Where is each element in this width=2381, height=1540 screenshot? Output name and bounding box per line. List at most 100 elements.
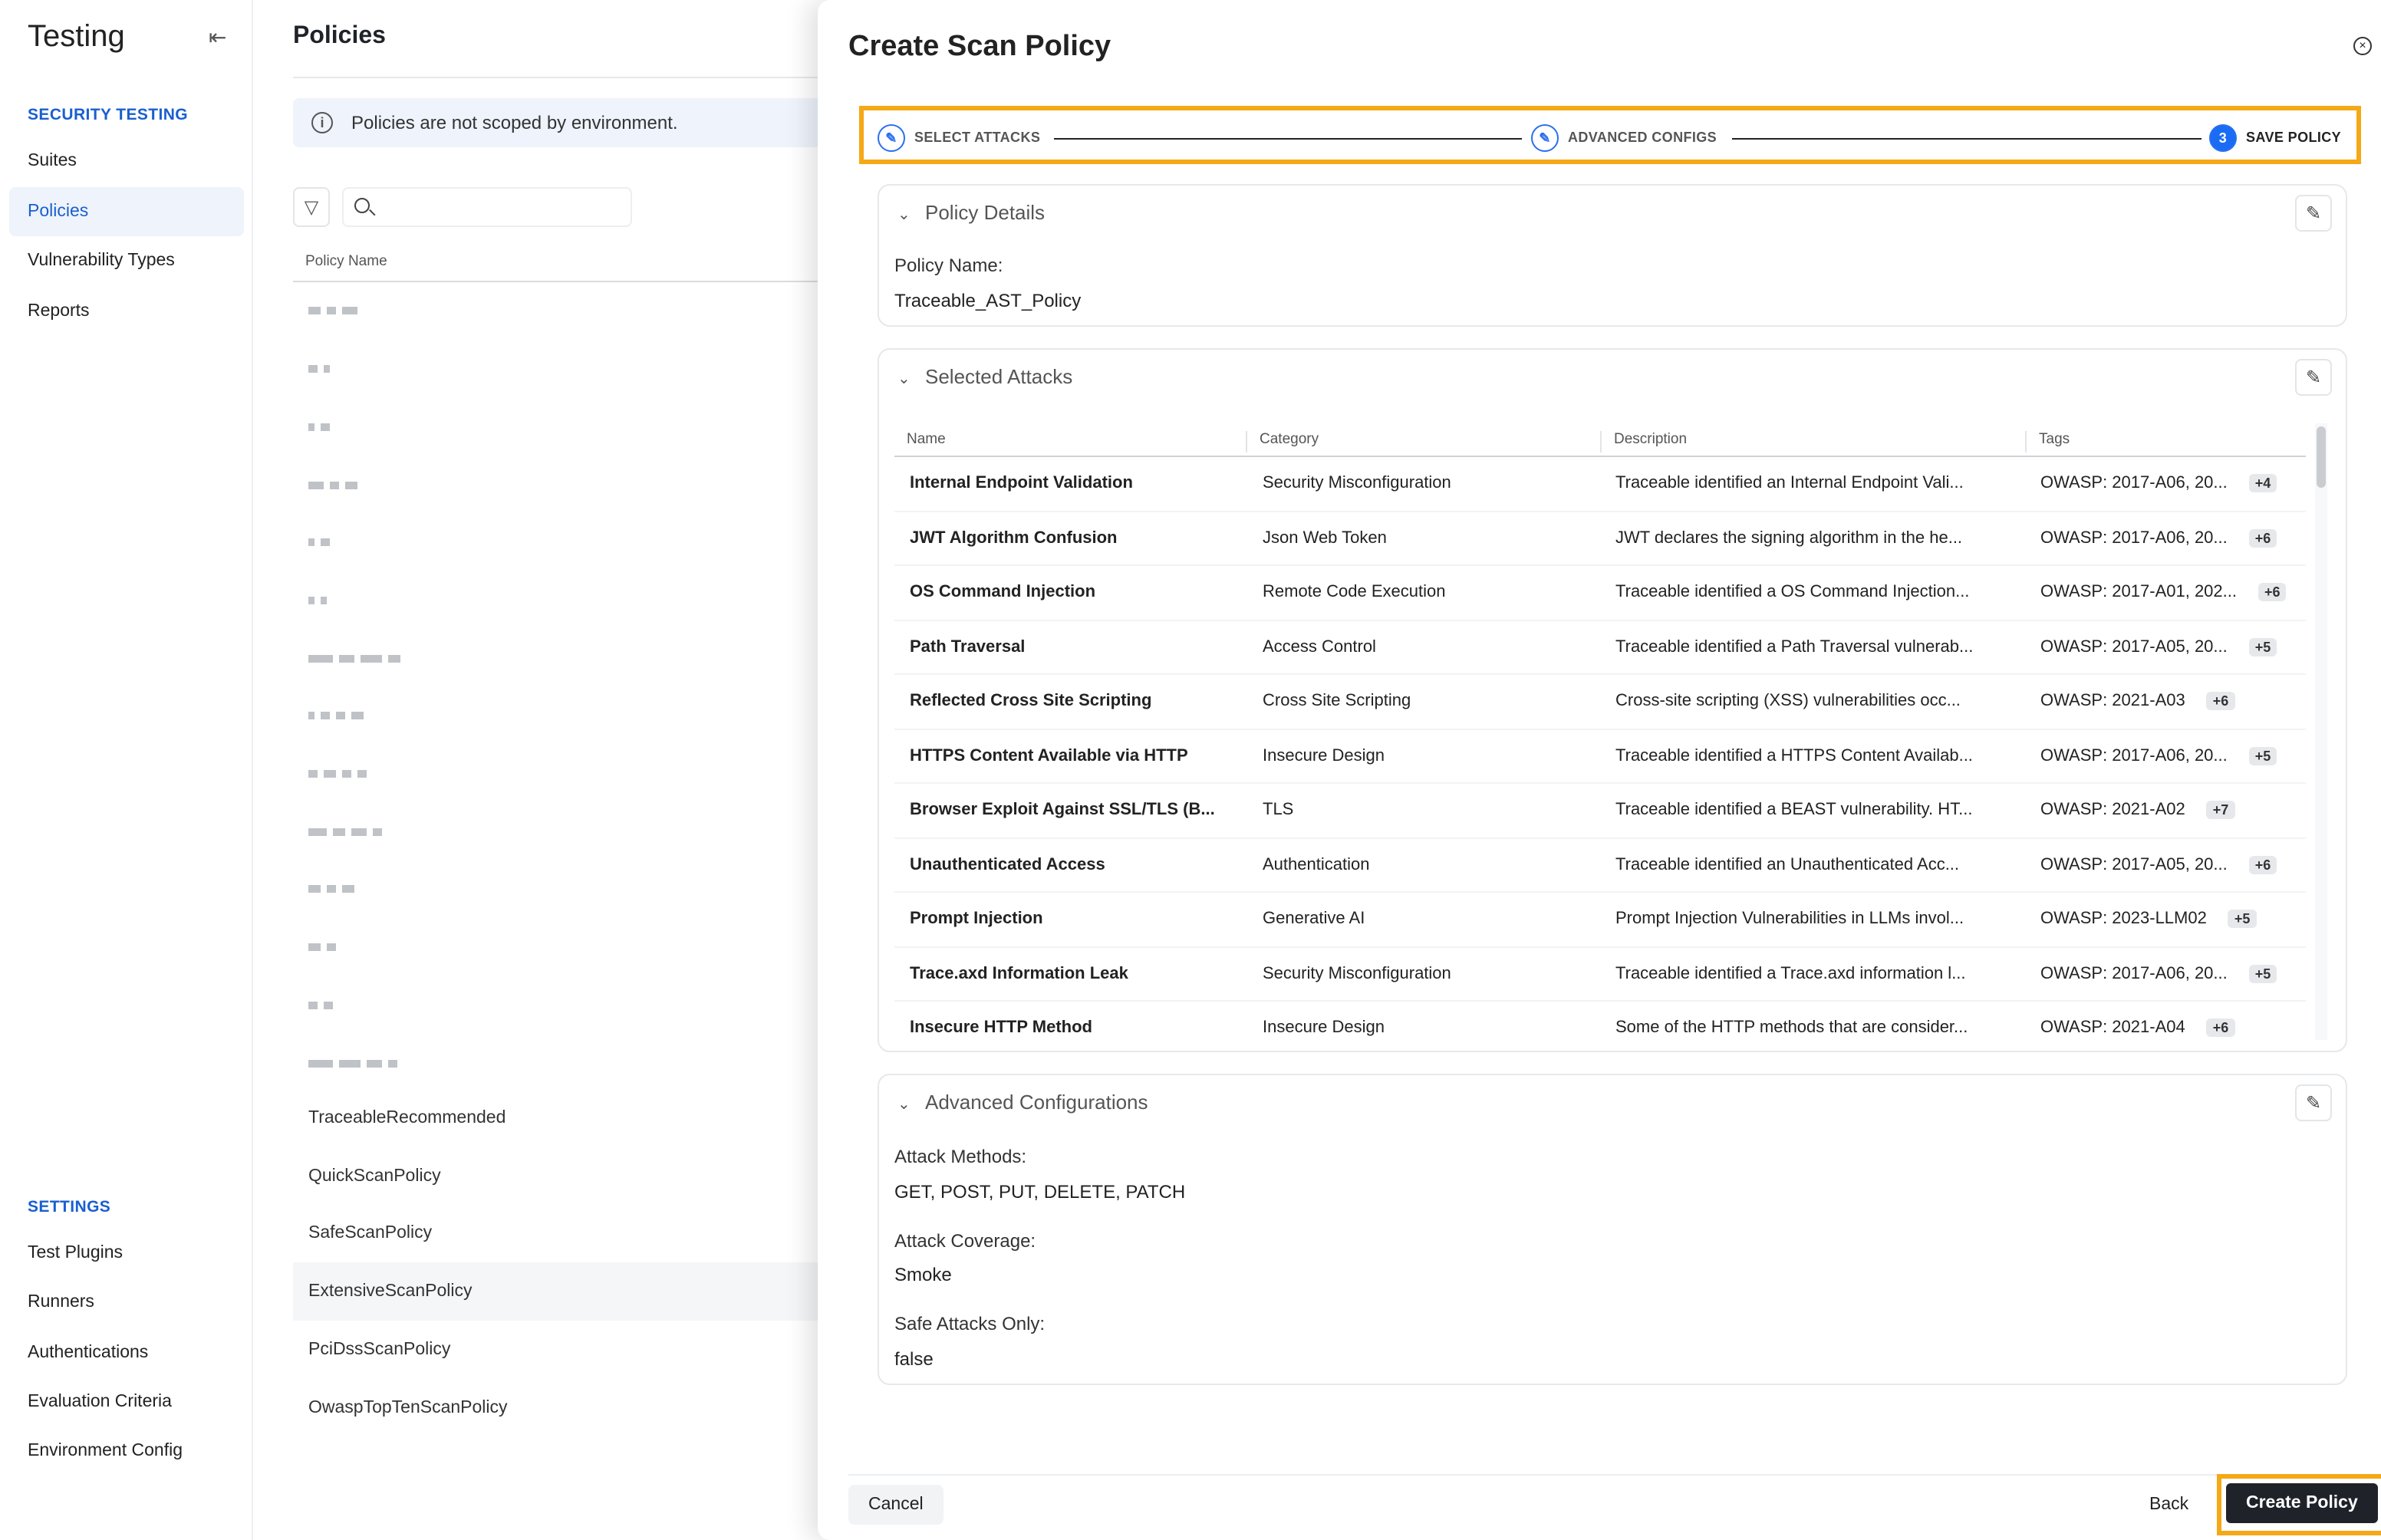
- scrollbar[interactable]: [2315, 423, 2327, 1040]
- policy-row-obscured[interactable]: [293, 918, 822, 976]
- column-tags[interactable]: Tags: [2025, 431, 2070, 452]
- step-advanced-configs[interactable]: ✎ ADVANCED CONFIGS: [1531, 124, 1717, 152]
- policy-row[interactable]: PciDssScanPolicy: [293, 1321, 822, 1379]
- create-policy-button[interactable]: Create Policy: [2226, 1483, 2378, 1523]
- attack-row[interactable]: Browser Exploit Against SSL/TLS (B... TLS…: [894, 784, 2306, 838]
- policy-row-obscured[interactable]: [293, 860, 822, 919]
- redacted-text: [308, 885, 321, 893]
- search-icon: [354, 198, 370, 213]
- card-title: Policy Details: [925, 201, 1046, 224]
- policy-row[interactable]: OwaspTopTenScanPolicy: [293, 1378, 822, 1436]
- more-tags-badge[interactable]: +7: [2206, 801, 2235, 819]
- column-policy-name[interactable]: Policy Name: [305, 253, 387, 270]
- step-label: SELECT ATTACKS: [914, 129, 1041, 145]
- cell-category: Security Misconfiguration: [1263, 964, 1451, 982]
- sidebar-item-runners[interactable]: Runners: [9, 1278, 244, 1328]
- attack-row[interactable]: Trace.axd Information Leak Security Misco…: [894, 947, 2306, 1002]
- scrollbar-thumb[interactable]: [2317, 426, 2326, 488]
- chevron-down-icon: ⌄: [897, 371, 911, 388]
- policy-row-obscured[interactable]: [293, 571, 822, 630]
- cell-description: Traceable identified an Internal Endpoin…: [1615, 474, 1964, 492]
- cell-category: TLS: [1263, 801, 1294, 819]
- policy-row-obscured[interactable]: [293, 398, 822, 456]
- more-tags-badge[interactable]: +5: [2248, 746, 2277, 765]
- sidebar-item-test-plugins[interactable]: Test Plugins: [9, 1229, 244, 1278]
- policy-row-obscured[interactable]: [293, 976, 822, 1035]
- column-category[interactable]: Category: [1246, 431, 1319, 452]
- divider: [848, 1474, 2381, 1476]
- more-tags-badge[interactable]: +6: [2248, 855, 2277, 874]
- redacted-text: [308, 481, 324, 489]
- search-input[interactable]: [342, 187, 632, 227]
- policy-row[interactable]: ExtensiveScanPolicy: [293, 1262, 822, 1321]
- redacted-text: [308, 770, 318, 778]
- sidebar-item-authentications[interactable]: Authentications: [9, 1328, 244, 1377]
- sidebar-item-reports[interactable]: Reports: [9, 286, 244, 335]
- more-tags-badge[interactable]: +6: [2258, 583, 2287, 601]
- cell-name: Unauthenticated Access: [910, 855, 1105, 874]
- policy-row[interactable]: SafeScanPolicy: [293, 1205, 822, 1263]
- cell-name: Trace.axd Information Leak: [910, 964, 1128, 982]
- attack-row[interactable]: Unauthenticated Access Authentication Trac…: [894, 838, 2306, 893]
- more-tags-badge[interactable]: +5: [2228, 910, 2257, 928]
- collapse-sidebar-icon[interactable]: ⇤: [209, 25, 226, 51]
- edit-advanced-configurations-button[interactable]: ✎: [2295, 1084, 2332, 1121]
- create-scan-policy-drawer: Create Scan Policy × ✎ SELECT ATTACKS ✎ AD…: [818, 0, 2381, 1540]
- sidebar-item-policies[interactable]: Policies: [9, 186, 244, 235]
- cell-category: Insecure Design: [1263, 1018, 1385, 1037]
- info-icon: i: [311, 112, 333, 133]
- policy-row-obscured[interactable]: [293, 456, 822, 514]
- attack-row[interactable]: Internal Endpoint Validation Security Mis…: [894, 457, 2306, 512]
- sidebar-item-evaluation-criteria[interactable]: Evaluation Criteria: [9, 1377, 244, 1426]
- advanced-configurations-toggle[interactable]: ⌄ Advanced Configurations: [897, 1091, 1148, 1114]
- policy-row-obscured[interactable]: [293, 745, 822, 803]
- selected-attacks-card: ⌄ Selected Attacks ✎ Name Category Descri…: [878, 348, 2347, 1052]
- cell-category: Generative AI: [1263, 910, 1365, 928]
- attack-row[interactable]: Prompt Injection Generative AI Prompt Inje…: [894, 893, 2306, 947]
- attack-row[interactable]: JWT Algorithm Confusion Json Web Token JWT…: [894, 512, 2306, 566]
- more-tags-badge[interactable]: +5: [2248, 964, 2277, 982]
- more-tags-badge[interactable]: +6: [2248, 528, 2277, 547]
- attack-row[interactable]: OS Command Injection Remote Code Executio…: [894, 566, 2306, 620]
- edit-policy-details-button[interactable]: ✎: [2295, 195, 2332, 232]
- sidebar-item-vulnerability-types[interactable]: Vulnerability Types: [9, 236, 244, 285]
- close-icon[interactable]: ×: [2353, 37, 2372, 55]
- safe-attacks-value: false: [894, 1348, 934, 1370]
- policy-row-obscured[interactable]: [293, 629, 822, 687]
- attack-row[interactable]: HTTPS Content Available via HTTP Insecure…: [894, 729, 2306, 784]
- policy-row-obscured[interactable]: [293, 514, 822, 572]
- cell-category: Access Control: [1263, 637, 1376, 656]
- tag-text: OWASP: 2021-A03: [2040, 692, 2185, 710]
- policy-row-obscured[interactable]: [293, 803, 822, 861]
- attack-row[interactable]: Reflected Cross Site Scripting Cross Site…: [894, 675, 2306, 729]
- attack-row[interactable]: Insecure HTTP Method Insecure Design Some …: [894, 1002, 2306, 1051]
- back-button[interactable]: Back: [2129, 1485, 2208, 1525]
- step-save-policy[interactable]: 3 SAVE POLICY: [2209, 124, 2341, 152]
- sidebar-item-environment-config[interactable]: Environment Config: [9, 1426, 244, 1476]
- policy-row-obscured[interactable]: [293, 340, 822, 398]
- policy-row-obscured[interactable]: [293, 1034, 822, 1092]
- tag-text: OWASP: 2023-LLM02: [2040, 910, 2207, 928]
- more-tags-badge[interactable]: +6: [2206, 692, 2235, 710]
- policy-details-toggle[interactable]: ⌄ Policy Details: [897, 201, 1045, 224]
- more-tags-badge[interactable]: +6: [2206, 1018, 2235, 1037]
- more-tags-badge[interactable]: +4: [2248, 474, 2277, 492]
- filter-button[interactable]: ▽: [293, 187, 330, 227]
- column-name[interactable]: Name: [894, 431, 946, 452]
- policy-row[interactable]: TraceableRecommended: [293, 1089, 822, 1147]
- policy-name-value: Traceable_AST_Policy: [894, 290, 1082, 311]
- step-select-attacks[interactable]: ✎ SELECT ATTACKS: [878, 124, 1040, 152]
- policy-row-obscured[interactable]: [293, 687, 822, 745]
- policy-row[interactable]: QuickScanPolicy: [293, 1147, 822, 1205]
- column-description[interactable]: Description: [1600, 431, 1687, 452]
- policy-name-label: Policy Name:: [894, 255, 1003, 276]
- more-tags-badge[interactable]: +5: [2248, 637, 2277, 656]
- selected-attacks-toggle[interactable]: ⌄ Selected Attacks: [897, 365, 1072, 388]
- policy-row-obscured[interactable]: [293, 282, 822, 341]
- attack-row[interactable]: Path Traversal Access Control Traceable id…: [894, 620, 2306, 675]
- redacted-text: [327, 885, 336, 893]
- sidebar-item-suites[interactable]: Suites: [9, 137, 244, 186]
- edit-selected-attacks-button[interactable]: ✎: [2295, 359, 2332, 396]
- cell-tags: OWASP: 2017-A01, 202... +6: [2040, 583, 2287, 601]
- cancel-button[interactable]: Cancel: [848, 1485, 944, 1525]
